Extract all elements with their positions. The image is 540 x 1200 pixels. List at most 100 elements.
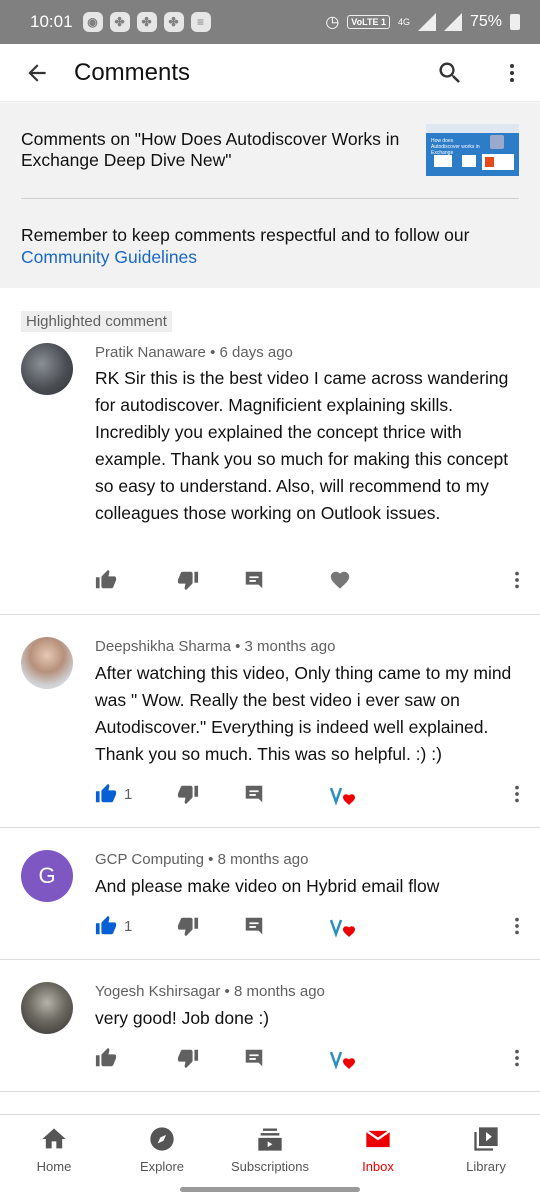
comment-more-button[interactable] <box>511 1047 523 1069</box>
video-thumbnail[interactable]: How does Autodiscover works in Exchange <box>426 124 519 176</box>
dislike-button[interactable] <box>177 569 199 591</box>
more-vert-icon <box>515 917 519 935</box>
comment-more-button[interactable] <box>511 569 523 591</box>
comment-meta: Yogesh Kshirsagar • 8 months ago <box>95 983 325 1000</box>
meta-separator: • <box>235 638 241 655</box>
comment-author[interactable]: Yogesh Kshirsagar <box>95 983 220 1000</box>
creator-heart-badge[interactable] <box>329 1047 357 1071</box>
like-count: 1 <box>124 785 133 803</box>
comment-author[interactable]: GCP Computing <box>95 851 204 868</box>
dislike-button[interactable] <box>177 915 199 937</box>
arrow-back-icon <box>28 63 46 82</box>
status-bar: 10:01 ◉ ✤ ✤ ✤ ≡ ◷ VoLTE 1 4G 75% <box>0 0 540 44</box>
reply-button[interactable] <box>243 1047 265 1069</box>
nav-label: Explore <box>139 1159 185 1174</box>
comment-meta: GCP Computing • 8 months ago <box>95 851 308 868</box>
battery-icon <box>510 14 520 30</box>
avatar[interactable] <box>21 343 73 395</box>
comment-time: 3 months ago <box>244 638 336 655</box>
search-icon <box>439 62 460 83</box>
heart-icon <box>330 571 350 589</box>
overflow-menu-button[interactable] <box>500 60 524 91</box>
network-type: 4G <box>397 17 410 27</box>
creator-heart-badge[interactable] <box>329 783 357 807</box>
volte-badge: VoLTE 1 <box>347 15 390 29</box>
page-title: Comments <box>74 58 191 86</box>
thumbnail-server-graphic <box>462 155 476 167</box>
comment-actions <box>95 1047 535 1073</box>
more-vert-icon <box>515 571 519 589</box>
more-vert-icon <box>515 785 519 803</box>
nav-library[interactable]: Library <box>432 1125 540 1174</box>
nav-label: Library <box>466 1159 506 1174</box>
search-button[interactable] <box>436 59 464 92</box>
reply-comment-icon <box>245 785 263 803</box>
avatar[interactable]: G <box>21 850 73 902</box>
comment-meta: Pratik Nanaware • 6 days ago <box>95 344 293 361</box>
like-count: 1 <box>124 917 133 935</box>
home-icon <box>42 1128 66 1149</box>
community-guidelines-link[interactable]: Community Guidelines <box>21 247 197 267</box>
whatsapp-icon: ◉ <box>82 12 103 32</box>
creator-heart-badge[interactable] <box>329 915 357 939</box>
bottom-navigation: Home Explore Subscriptions Inbox Library <box>0 1114 540 1180</box>
subscriptions-icon <box>258 1128 282 1151</box>
gesture-bar[interactable] <box>180 1187 360 1192</box>
avatar[interactable] <box>21 982 73 1034</box>
nav-home[interactable]: Home <box>0 1125 108 1174</box>
more-vert-icon <box>515 1049 519 1067</box>
library-icon <box>474 1127 498 1151</box>
comment-actions: 1 <box>95 783 535 809</box>
comment-more-button[interactable] <box>511 915 523 937</box>
comment-item: G GCP Computing • 8 months ago And pleas… <box>0 829 540 960</box>
avatar[interactable] <box>21 637 73 689</box>
thumb-up-icon <box>95 915 117 935</box>
meta-separator: • <box>224 983 230 1000</box>
reply-button[interactable] <box>243 783 265 805</box>
comment-actions <box>95 569 535 595</box>
nav-explore[interactable]: Explore <box>108 1125 216 1174</box>
heart-button[interactable] <box>329 569 351 591</box>
highlighted-comment-badge: Highlighted comment <box>21 311 172 332</box>
like-button[interactable]: 1 <box>95 783 132 805</box>
thumb-down-icon <box>177 917 199 937</box>
thumb-up-icon <box>95 783 117 803</box>
comment-meta: Deepshikha Sharma • 3 months ago <box>95 638 335 655</box>
nav-label: Subscriptions <box>230 1159 310 1174</box>
compass-icon <box>150 1127 174 1151</box>
nav-inbox[interactable]: Inbox <box>324 1125 432 1174</box>
nav-label: Inbox <box>362 1159 394 1174</box>
like-button[interactable]: 1 <box>95 915 132 937</box>
reply-button[interactable] <box>243 569 265 591</box>
thumbnail-presenter <box>490 135 504 149</box>
nav-label: Home <box>36 1159 72 1174</box>
comment-item: Highlighted comment Pratik Nanaware • 6 … <box>0 288 540 615</box>
comment-author[interactable]: Pratik Nanaware <box>95 344 206 361</box>
signal-icon <box>417 13 436 31</box>
more-vert-icon <box>510 64 514 82</box>
creator-heart-icon <box>329 919 355 938</box>
like-button[interactable] <box>95 1047 117 1069</box>
comment-item: Yogesh Kshirsagar • 8 months ago very go… <box>0 961 540 1092</box>
comment-text: After watching this video, Only thing ca… <box>95 663 512 764</box>
status-time: 10:01 <box>30 12 73 31</box>
dislike-button[interactable] <box>177 783 199 805</box>
thumb-down-icon <box>177 1049 199 1069</box>
office-logo-icon <box>482 154 514 170</box>
battery-percent: 75% <box>469 13 502 30</box>
app-bar: Comments <box>0 44 540 102</box>
document-notification-icon: ≡ <box>190 12 211 32</box>
nav-subscriptions[interactable]: Subscriptions <box>216 1125 324 1174</box>
comment-author[interactable]: Deepshikha Sharma <box>95 638 231 655</box>
creator-heart-icon <box>329 787 355 806</box>
reply-comment-icon <box>245 917 263 935</box>
alarm-icon: ◷ <box>325 14 340 31</box>
like-button[interactable] <box>95 569 117 591</box>
meta-separator: • <box>210 344 216 361</box>
comment-text: RK Sir this is the best video I came acr… <box>95 368 509 523</box>
comment-more-button[interactable] <box>511 783 523 805</box>
app-notification-icon: ✤ <box>136 12 157 32</box>
back-button[interactable] <box>0 60 74 86</box>
dislike-button[interactable] <box>177 1047 199 1069</box>
reply-button[interactable] <box>243 915 265 937</box>
